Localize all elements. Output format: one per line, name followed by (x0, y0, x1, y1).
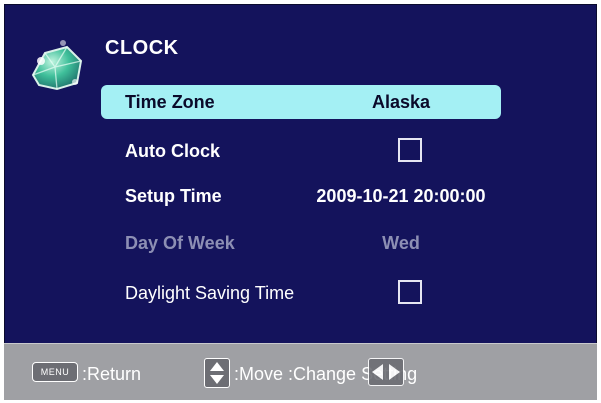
return-hint: :Return (82, 364, 142, 384)
time-zone-label: Time Zone (125, 92, 215, 112)
setup-time-value: 2009-10-21 20:00:00 (316, 186, 486, 206)
menu-item-time-zone[interactable]: Time Zone Alaska (101, 85, 501, 119)
time-zone-value: Alaska (371, 92, 431, 112)
left-right-arrows-icon (368, 358, 404, 386)
menu-key-icon: MENU (32, 362, 78, 382)
day-of-week-label: Day Of Week (125, 233, 235, 253)
crystal-icon (31, 40, 83, 91)
daylight-saving-time-label: Daylight Saving Time (125, 283, 295, 303)
setup-time-label: Setup Time (125, 186, 222, 206)
menu-item-daylight-saving-time[interactable]: Daylight Saving Time (101, 276, 501, 310)
footer-help-bar: MENU :Return :Move :Change Setting (4, 343, 597, 400)
up-down-arrows-icon (204, 358, 230, 388)
page-title: CLOCK (105, 37, 179, 59)
menu-item-day-of-week: Day Of Week Wed (101, 226, 501, 260)
day-of-week-value: Wed (382, 233, 420, 253)
osd-menu-screen: CLOCK Time Zone Alaska Auto Clock Setup … (4, 4, 597, 399)
auto-clock-checkbox[interactable] (398, 138, 422, 162)
daylight-saving-checkbox[interactable] (398, 280, 422, 304)
menu-item-auto-clock[interactable]: Auto Clock (101, 134, 501, 168)
auto-clock-label: Auto Clock (125, 141, 221, 161)
menu-item-setup-time[interactable]: Setup Time 2009-10-21 20:00:00 (101, 179, 501, 213)
